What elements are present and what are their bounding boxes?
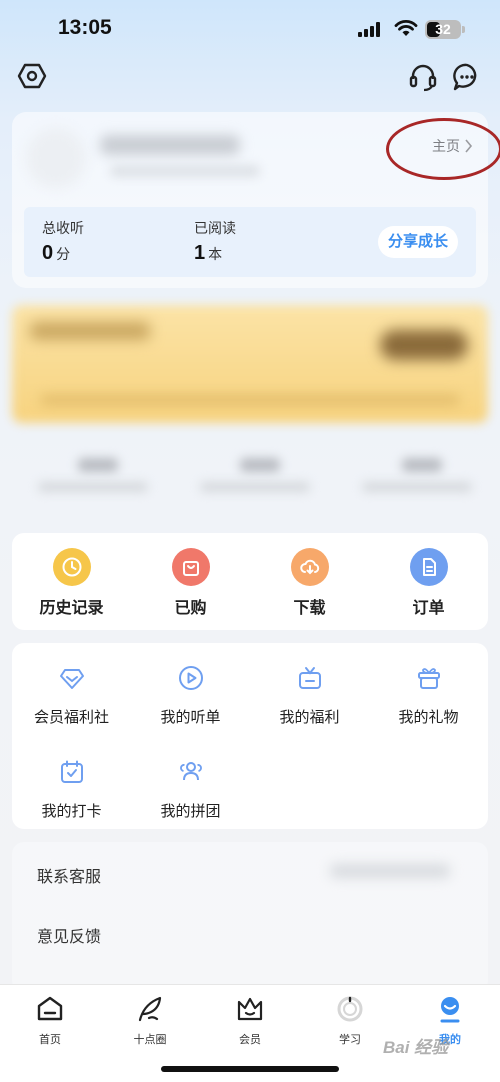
study-icon bbox=[337, 996, 363, 1022]
total-listen-stat: 0分 bbox=[42, 242, 70, 265]
vip-banner-row-blurred bbox=[40, 395, 460, 405]
my-checkin-button[interactable]: 我的打卡 bbox=[12, 759, 131, 821]
user-subtitle-blurred bbox=[110, 165, 260, 177]
my-playlist-label: 我的听单 bbox=[160, 709, 221, 726]
headset-icon[interactable] bbox=[408, 62, 438, 92]
feather-icon bbox=[138, 996, 162, 1022]
blurred-stat bbox=[362, 458, 472, 494]
purchased-button[interactable]: 已购 bbox=[131, 548, 250, 618]
cellular-signal-icon bbox=[358, 22, 384, 37]
blurred-stat bbox=[200, 458, 310, 494]
download-button[interactable]: 下载 bbox=[250, 548, 369, 618]
total-listen-value: 0 bbox=[42, 242, 54, 264]
gift-box-icon bbox=[298, 667, 321, 689]
profile-icon bbox=[440, 997, 460, 1023]
share-growth-button[interactable]: 分享成长 bbox=[378, 226, 458, 258]
tab-circle[interactable]: 十点圈 bbox=[100, 994, 200, 1047]
home-icon bbox=[37, 996, 63, 1021]
my-benefits-button[interactable]: 我的福利 bbox=[250, 665, 369, 727]
tab-member-label: 会员 bbox=[239, 1034, 261, 1046]
watermark: Bai 经验 bbox=[383, 1038, 449, 1057]
history-label: 历史记录 bbox=[39, 600, 104, 617]
annotation-circle bbox=[386, 118, 500, 180]
total-listen-label: 总收听 bbox=[42, 220, 84, 236]
blurred-stat bbox=[38, 458, 148, 494]
crown-icon bbox=[237, 997, 263, 1021]
username-blurred bbox=[100, 135, 240, 155]
battery-level: 32 bbox=[435, 21, 451, 37]
wifi-icon bbox=[394, 20, 418, 36]
tab-home-label: 首页 bbox=[39, 1034, 61, 1046]
battery-icon: 32 bbox=[425, 20, 461, 39]
my-checkin-label: 我的打卡 bbox=[41, 803, 102, 820]
message-icon[interactable] bbox=[452, 62, 482, 92]
tab-circle-label: 十点圈 bbox=[133, 1034, 167, 1046]
read-unit: 本 bbox=[208, 246, 223, 262]
contact-support-item[interactable]: 联系客服 bbox=[37, 863, 101, 887]
battery-tip bbox=[462, 26, 465, 33]
download-label: 下载 bbox=[293, 600, 326, 617]
home-indicator bbox=[161, 1066, 339, 1072]
orders-button[interactable]: 订单 bbox=[369, 548, 488, 618]
vip-welfare-label: 会员福利社 bbox=[33, 709, 109, 726]
diamond-icon bbox=[59, 669, 84, 689]
purchased-label: 已购 bbox=[174, 600, 207, 617]
contact-support-value-blurred bbox=[330, 864, 450, 878]
feedback-item[interactable]: 意见反馈 bbox=[37, 923, 101, 947]
status-time: 13:05 bbox=[58, 16, 112, 39]
present-icon bbox=[417, 668, 440, 689]
orders-label: 订单 bbox=[412, 600, 445, 617]
read-stat: 1本 bbox=[194, 242, 222, 265]
my-group-buy-button[interactable]: 我的拼团 bbox=[131, 759, 250, 821]
cloud-download-icon bbox=[290, 548, 329, 586]
my-gifts-button[interactable]: 我的礼物 bbox=[369, 665, 488, 727]
my-group-buy-label: 我的拼团 bbox=[160, 803, 221, 820]
read-value: 1 bbox=[194, 242, 206, 264]
my-playlist-button[interactable]: 我的听单 bbox=[131, 665, 250, 727]
vip-banner-button-blurred bbox=[380, 330, 468, 360]
avatar[interactable] bbox=[26, 128, 86, 188]
vip-welfare-button[interactable]: 会员福利社 bbox=[12, 665, 131, 727]
settings-icon[interactable] bbox=[17, 61, 47, 91]
vip-banner-title-blurred bbox=[30, 322, 150, 340]
document-icon bbox=[409, 548, 448, 586]
my-benefits-label: 我的福利 bbox=[279, 709, 340, 726]
group-icon bbox=[179, 762, 202, 781]
calendar-check-icon bbox=[60, 760, 83, 783]
play-icon bbox=[178, 666, 203, 690]
clock-icon bbox=[52, 548, 91, 586]
tab-member[interactable]: 会员 bbox=[200, 994, 300, 1047]
read-label: 已阅读 bbox=[194, 220, 236, 236]
total-listen-unit: 分 bbox=[56, 246, 71, 262]
history-button[interactable]: 历史记录 bbox=[12, 548, 131, 618]
my-gifts-label: 我的礼物 bbox=[398, 709, 459, 726]
bag-icon bbox=[171, 548, 210, 586]
tab-home[interactable]: 首页 bbox=[0, 994, 100, 1047]
